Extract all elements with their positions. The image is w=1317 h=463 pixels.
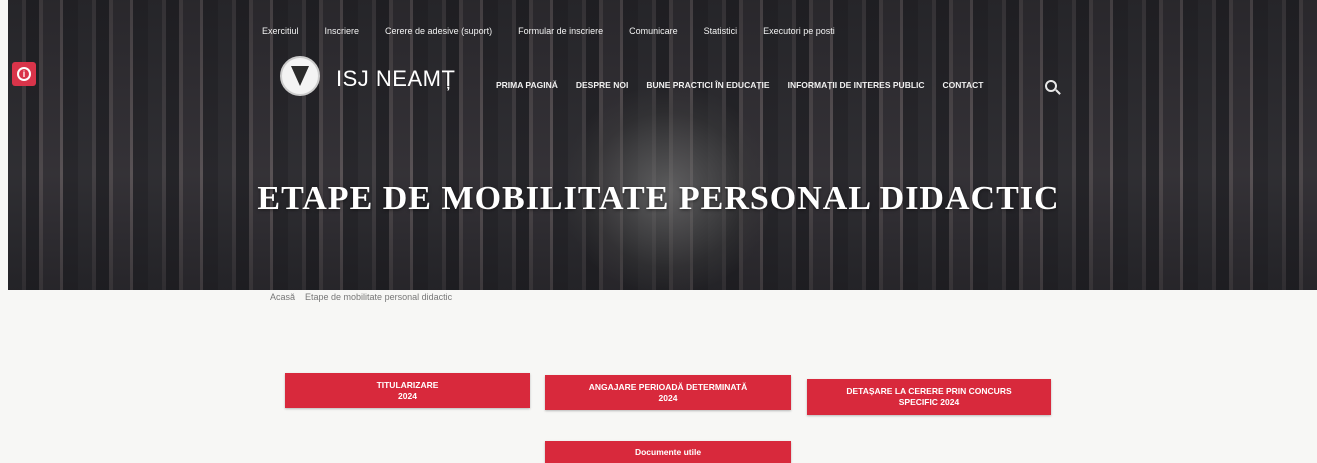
angajare-button[interactable]: ANGAJARE PERIOADĂ DETERMINATĂ 2024: [545, 375, 791, 410]
topnav-item[interactable]: Formular de inscriere: [518, 26, 603, 36]
nav-item-contact[interactable]: CONTACT: [943, 80, 984, 90]
topnav-item[interactable]: Statistici: [704, 26, 738, 36]
main-navigation: PRIMA PAGINĂ DESPRE NOI BUNE PRACTICI ÎN…: [496, 80, 1001, 90]
breadcrumb-current: Etape de mobilitate personal didactic: [305, 292, 453, 302]
search-icon[interactable]: [1045, 80, 1057, 92]
nav-item-home[interactable]: PRIMA PAGINĂ: [496, 80, 558, 90]
page-title: ETAPE DE MOBILITATE PERSONAL DIDACTIC: [257, 180, 1060, 217]
button-label-year: 2024: [658, 392, 678, 403]
topnav-item[interactable]: Executori pe posti: [763, 26, 835, 36]
documente-utile-button[interactable]: Documente utile: [545, 441, 791, 463]
topnav-item[interactable]: Inscriere: [325, 26, 360, 36]
detasare-button[interactable]: DETAȘARE LA CERERE PRIN CONCURS SPECIFIC…: [807, 379, 1051, 415]
nav-item-public-info[interactable]: INFORMAȚII DE INTERES PUBLIC: [788, 80, 925, 90]
topnav-item[interactable]: Exercitiul: [262, 26, 299, 36]
breadcrumb: Acasă Etape de mobilitate personal didac…: [270, 292, 452, 302]
button-label: TITULARIZARE: [376, 379, 439, 390]
hero-banner: [8, 0, 1317, 290]
accessibility-icon: i: [17, 67, 31, 81]
accessibility-button[interactable]: i: [12, 62, 36, 86]
top-navigation: Exercitiul Inscriere Cerere de adesive (…: [262, 22, 861, 40]
button-label: DETAȘARE LA CERERE PRIN CONCURS: [846, 386, 1012, 396]
logo-emblem-icon: [291, 66, 309, 86]
site-logo[interactable]: [280, 56, 320, 96]
nav-item-about[interactable]: DESPRE NOI: [576, 80, 628, 90]
button-label-year: SPECIFIC 2024: [898, 397, 960, 407]
button-label: ANGAJARE PERIOADĂ DETERMINATĂ: [588, 381, 748, 392]
topnav-item[interactable]: Cerere de adesive (suport): [385, 26, 492, 36]
nav-item-good-practices[interactable]: BUNE PRACTICI ÎN EDUCAȚIE: [646, 80, 769, 90]
site-name[interactable]: ISJ NEAMȚ: [336, 66, 455, 92]
button-label: Documente utile: [634, 446, 702, 457]
titularizare-button[interactable]: TITULARIZARE 2024: [285, 373, 530, 408]
button-label-year: 2024: [398, 390, 417, 401]
breadcrumb-home[interactable]: Acasă: [270, 292, 295, 302]
topnav-item[interactable]: Comunicare: [629, 26, 678, 36]
